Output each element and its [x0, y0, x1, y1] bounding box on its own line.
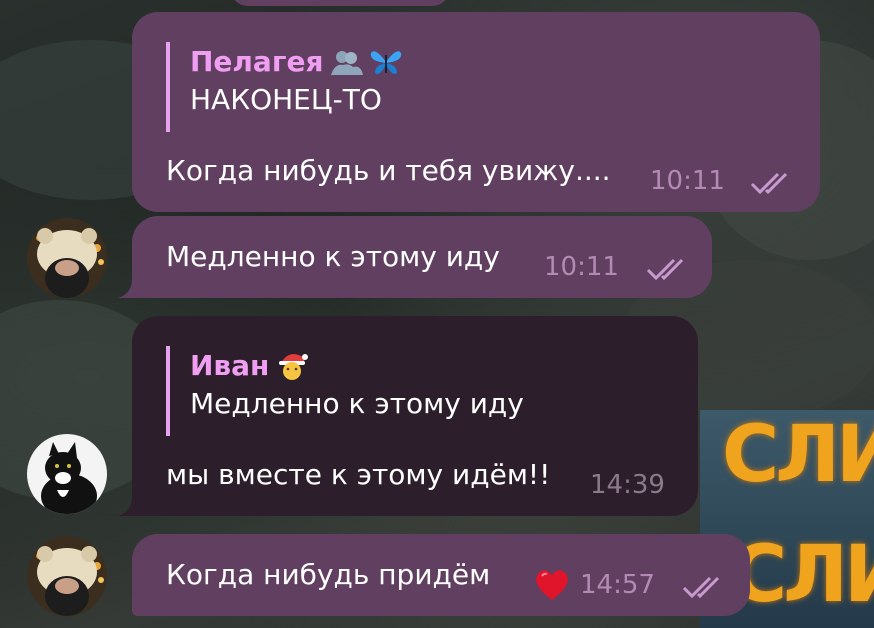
avatar[interactable]: [27, 434, 107, 514]
message-time: 10:11: [650, 166, 725, 196]
message-text: Когда нибудь и тебя увижу....: [166, 154, 611, 187]
bubble-tail: [118, 278, 138, 298]
bubble-tail: [118, 496, 138, 516]
message-bubble[interactable]: Пелагея НАКОНЕЦ-ТО Когда нибудь и тебя у…: [132, 12, 820, 212]
quote-text: НАКОНЕЦ-ТО: [190, 83, 382, 116]
avatar-bear-costume-image: [27, 536, 107, 616]
message-time: 10:11: [544, 252, 619, 282]
avatar-bear-costume-image: [27, 218, 107, 298]
avatar[interactable]: [27, 536, 107, 616]
message-bubble[interactable]: Иван Медленно к этому иду мы вместе к эт…: [132, 316, 698, 516]
avatar[interactable]: [27, 218, 107, 298]
message-text: мы вместе к этому идём!!: [166, 458, 551, 491]
quote-author: Пелагея: [190, 42, 403, 82]
message-bubble[interactable]: Медленно к этому иду 10:11: [132, 216, 712, 298]
message-text: Медленно к этому иду: [166, 240, 500, 273]
message-time: 14:57: [580, 570, 655, 600]
santa-face-icon: [279, 354, 309, 380]
double-check-icon: [750, 172, 788, 195]
avatar-cat-image: [27, 434, 107, 514]
people-silhouette-icon: [331, 51, 364, 75]
quote-text: Медленно к этому иду: [190, 387, 524, 420]
reply-quote[interactable]: Пелагея НАКОНЕЦ-ТО: [166, 42, 403, 132]
message-bubble-partial[interactable]: [230, 0, 450, 6]
reply-quote[interactable]: Иван Медленно к этому иду: [166, 346, 524, 436]
message-bubble[interactable]: Когда нибудь придём 14:57: [132, 534, 750, 616]
message-time: 14:39: [590, 470, 665, 500]
quote-author: Иван: [190, 346, 524, 386]
double-check-icon: [682, 576, 720, 599]
double-check-icon: [646, 258, 684, 281]
butterfly-icon: [371, 51, 402, 74]
heart-icon[interactable]: [534, 568, 570, 602]
message-text: Когда нибудь придём: [166, 558, 491, 591]
